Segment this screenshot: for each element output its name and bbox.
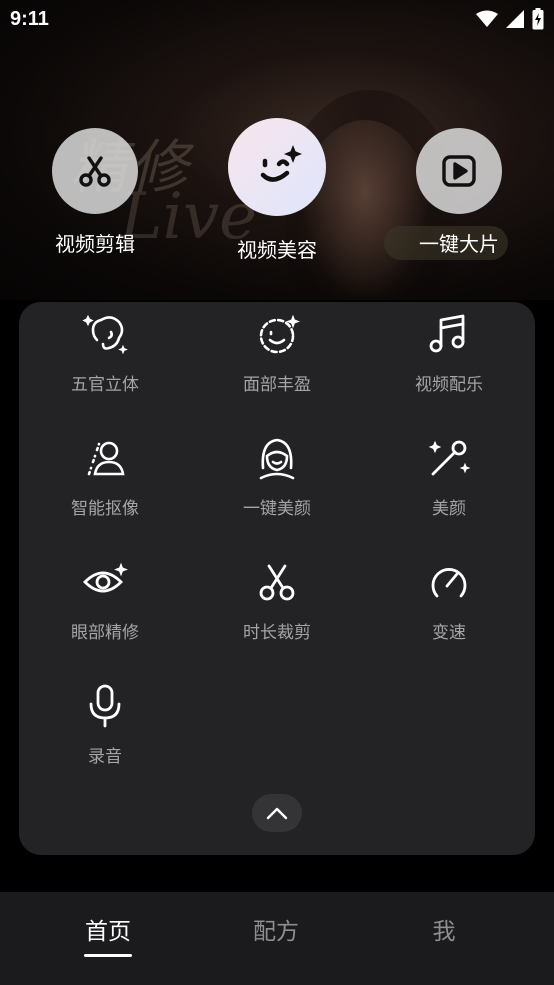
collapse-button[interactable] <box>252 794 302 832</box>
tool-facial-3d[interactable]: 五官立体 <box>19 310 191 395</box>
tool-label: 一键美颜 <box>243 499 311 519</box>
scissors-icon <box>259 564 295 601</box>
tool-beauty[interactable]: 美颜 <box>363 434 535 519</box>
quick-video-edit[interactable]: 视频剪辑 <box>20 118 170 257</box>
tool-video-music[interactable]: 视频配乐 <box>363 310 535 395</box>
battery-icon <box>532 8 544 30</box>
one-key-film-circle[interactable] <box>416 128 502 214</box>
face-fill-icon <box>259 314 300 354</box>
scissors-icon <box>79 156 111 187</box>
tab-label: 我 <box>432 919 456 945</box>
video-beauty-circle[interactable] <box>228 118 326 216</box>
status-time: 9:11 <box>10 8 49 30</box>
tool-one-key-beauty[interactable]: 一键美颜 <box>191 434 363 519</box>
tool-face-fill[interactable]: 面部丰盈 <box>191 310 363 395</box>
girl-face-icon <box>259 438 295 480</box>
tool-label: 五官立体 <box>71 375 139 395</box>
tab-me[interactable]: 我 <box>384 912 504 946</box>
signal-icon <box>506 10 524 28</box>
microphone-icon <box>89 684 121 728</box>
tool-duration-trim[interactable]: 时长裁剪 <box>191 558 363 643</box>
tab-label: 首页 <box>85 919 131 945</box>
chevron-up-icon <box>266 807 288 820</box>
wifi-icon <box>476 10 498 27</box>
bottom-tab-bar: 首页 配方 我 <box>0 892 554 985</box>
quick-actions: 视频剪辑 视频美容 一键大片 <box>0 118 554 268</box>
tab-home[interactable]: 首页 <box>48 912 168 957</box>
quick-video-beauty[interactable]: 视频美容 <box>202 118 352 263</box>
tool-label: 面部丰盈 <box>243 375 311 395</box>
tool-eye-retouch[interactable]: 眼部精修 <box>19 558 191 643</box>
tool-record[interactable]: 录音 <box>19 682 191 767</box>
tab-recipe[interactable]: 配方 <box>216 912 336 946</box>
tab-active-indicator <box>84 954 132 957</box>
music-note-icon <box>429 314 465 353</box>
magic-wand-icon <box>428 440 471 476</box>
tool-label: 录音 <box>88 747 122 767</box>
tool-smart-cutout[interactable]: 智能抠像 <box>19 434 191 519</box>
eye-sparkle-icon <box>83 562 128 593</box>
video-edit-circle[interactable] <box>52 128 138 214</box>
tool-label: 视频配乐 <box>415 375 483 395</box>
portrait-cutout-icon <box>87 441 125 476</box>
play-icon <box>442 155 476 187</box>
tool-speed[interactable]: 变速 <box>363 558 535 643</box>
quick-one-key-film[interactable]: 一键大片 <box>384 118 534 257</box>
tool-label: 变速 <box>432 623 466 643</box>
tool-label: 智能抠像 <box>71 499 139 519</box>
tool-label: 时长裁剪 <box>243 623 311 643</box>
speedometer-icon <box>431 568 467 598</box>
quick-label: 一键大片 <box>419 232 499 256</box>
status-bar: 9:11 <box>0 0 554 40</box>
wink-face-icon <box>260 144 303 182</box>
tab-label: 配方 <box>253 919 299 945</box>
status-icons <box>476 8 544 30</box>
tool-label: 眼部精修 <box>71 623 139 643</box>
quick-label: 视频美容 <box>237 238 317 262</box>
tool-label: 美颜 <box>432 499 466 519</box>
face-sparkle-icon <box>82 314 128 355</box>
quick-label: 视频剪辑 <box>55 232 135 256</box>
tools-panel: 五官立体 面部丰盈 视频配乐 智能抠像 一键美颜 美颜 眼部精修 时长裁剪 变速… <box>19 302 535 855</box>
